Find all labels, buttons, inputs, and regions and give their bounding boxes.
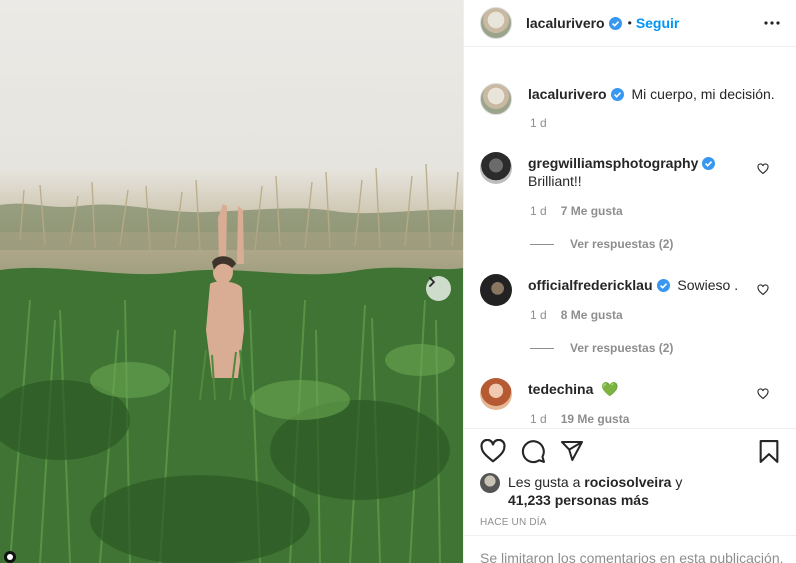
like-comment-icon[interactable] <box>757 388 769 400</box>
caption-text: Mi cuerpo, mi decisión. <box>631 86 775 102</box>
chevron-right-icon <box>429 277 435 287</box>
comments-list[interactable]: lacalurivero Mi cuerpo, mi decisión. 1 d… <box>464 48 796 428</box>
like-comment-icon[interactable] <box>757 163 769 175</box>
more-options-button[interactable] <box>764 21 780 25</box>
post-author-username[interactable]: lacalurivero <box>526 15 605 31</box>
photo-scene <box>0 163 463 563</box>
likes-count[interactable]: 41,233 personas más <box>508 492 649 508</box>
comment-text: Brilliant!! <box>528 173 582 189</box>
avatar[interactable] <box>480 152 512 184</box>
like-comment-icon[interactable] <box>757 284 769 296</box>
comment: gregwilliamsphotography Brilliant!! <box>480 152 780 190</box>
avatar[interactable] <box>480 7 512 39</box>
comment-likes[interactable]: 19 Me gusta <box>561 412 630 426</box>
heart-icon[interactable] <box>480 439 506 463</box>
avatar[interactable] <box>480 473 500 493</box>
caption-username[interactable]: lacalurivero <box>528 86 607 102</box>
comment-username[interactable]: gregwilliamsphotography <box>528 155 698 171</box>
avatar[interactable] <box>480 378 512 410</box>
more-icon <box>764 21 780 25</box>
comment-meta: 1 d 8 Me gusta <box>530 308 623 322</box>
action-icons <box>480 437 780 467</box>
avatar[interactable] <box>480 274 512 306</box>
comment-text: 💚 <box>601 381 619 397</box>
comment-meta: 1 d 19 Me gusta <box>530 412 629 426</box>
view-replies-label: Ver respuestas (2) <box>570 341 674 355</box>
comment-text: Sowieso . <box>677 277 739 293</box>
view-replies-button[interactable]: Ver respuestas (2) <box>530 341 673 355</box>
follow-button[interactable]: Seguir <box>636 15 680 31</box>
verified-icon <box>608 16 622 30</box>
comments-limited-notice: Se limitaron los comentarios en esta pub… <box>464 535 796 563</box>
comment: officialfredericklau Sowieso . <box>480 274 780 306</box>
verified-icon <box>610 88 624 101</box>
verified-icon <box>656 279 670 292</box>
view-replies-button[interactable]: Ver respuestas (2) <box>530 237 673 251</box>
post-sidebar: lacalurivero • Seguir lacalurivero Mi cu… <box>463 0 796 563</box>
comment-time: 1 d <box>530 204 547 218</box>
comment-username[interactable]: tedechina <box>528 381 593 397</box>
comment-time: 1 d <box>530 412 547 426</box>
post-actions: Les gusta a rociosolveira y 41,233 perso… <box>464 428 796 563</box>
view-replies-label: Ver respuestas (2) <box>570 237 674 251</box>
comment-meta: 1 d 7 Me gusta <box>530 204 623 218</box>
bookmark-icon[interactable] <box>758 439 780 464</box>
comment-time: 1 d <box>530 308 547 322</box>
caption-meta: 1 d <box>530 116 547 130</box>
avatar[interactable] <box>480 83 512 115</box>
comment-likes[interactable]: 8 Me gusta <box>561 308 623 322</box>
post-photo[interactable] <box>0 0 463 563</box>
verified-icon <box>702 157 716 170</box>
post-timestamp: HACE UN DÍA <box>480 517 547 528</box>
caption-time: 1 d <box>530 116 547 130</box>
likes-summary: Les gusta a rociosolveira y 41,233 perso… <box>480 473 682 509</box>
share-icon[interactable] <box>560 439 584 463</box>
likes-conj: y <box>675 474 683 490</box>
caption: lacalurivero Mi cuerpo, mi decisión. <box>480 83 780 115</box>
comment-username[interactable]: officialfredericklau <box>528 277 653 293</box>
comment-likes[interactable]: 7 Me gusta <box>561 204 623 218</box>
separator-dot: • <box>627 16 632 30</box>
likes-prefix: Les gusta a <box>508 474 581 490</box>
likes-user[interactable]: rociosolveira <box>584 474 671 490</box>
comment-icon[interactable] <box>521 439 546 464</box>
next-photo-button[interactable] <box>426 276 451 301</box>
comment: tedechina 💚 <box>480 378 780 410</box>
post-header: lacalurivero • Seguir <box>464 0 796 47</box>
media-indicator <box>4 551 16 563</box>
